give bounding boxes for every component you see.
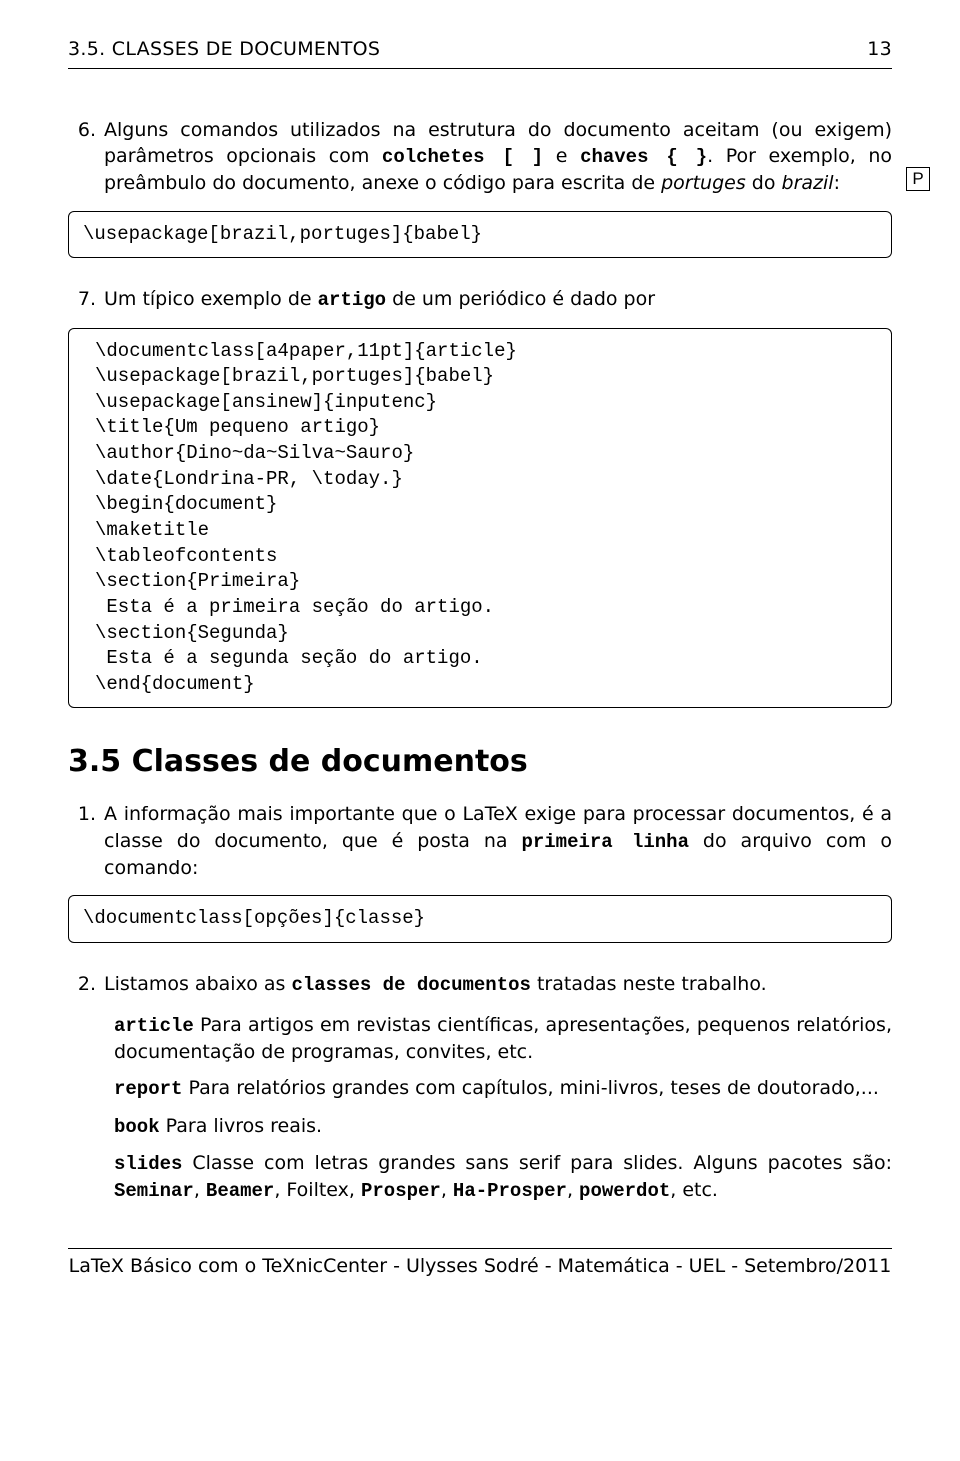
tt-chaves: chaves { }	[580, 146, 707, 168]
footer-rule: LaTeX Básico com o TeXnicCenter - Ulysse…	[68, 1248, 892, 1297]
term-book: book	[114, 1116, 160, 1138]
text: ,	[441, 1179, 453, 1201]
list-marker: 6.	[68, 117, 104, 197]
code-block-3: \documentclass[opções]{classe}	[68, 895, 892, 943]
code-block-1: \usepackage[brazil,portuges]{babel}	[68, 211, 892, 259]
it-portuges: portuges	[661, 172, 746, 194]
tt-haprosper: Ha-Prosper	[453, 1180, 567, 1202]
list-item-2: 2. Listamos abaixo as classes de documen…	[68, 971, 892, 998]
header-page-number: 13	[867, 38, 892, 60]
header-section: 3.5. CLASSES DE DOCUMENTOS	[68, 38, 380, 60]
footer-text: LaTeX Básico com o TeXnicCenter - Ulysse…	[68, 1255, 892, 1297]
list-body: Um típico exemplo de artigo de um periód…	[104, 286, 892, 313]
list-body: Listamos abaixo as classes de documentos…	[104, 971, 892, 998]
desc-body: Para artigos em revistas científicas, ap…	[114, 1014, 892, 1063]
list-item-6: 6. Alguns comandos utilizados na estrutu…	[68, 117, 892, 197]
tt-beamer: Beamer	[206, 1180, 274, 1202]
desc-body: Para livros reais.	[160, 1115, 322, 1137]
text: Classe com letras grandes sans serif par…	[182, 1152, 892, 1174]
term-report: report	[114, 1078, 182, 1100]
text: :	[834, 172, 840, 194]
text: ,	[567, 1179, 579, 1201]
text: , Foiltex,	[274, 1179, 361, 1201]
term-slides: slides	[114, 1153, 182, 1175]
page: 3.5. CLASSES DE DOCUMENTOS 13 P 6. Algun…	[0, 0, 960, 1461]
term-article: article	[114, 1015, 194, 1037]
text: de um periódico é dado por	[386, 288, 655, 310]
list-item-1: 1. A informação mais importante que o La…	[68, 801, 892, 881]
tt-prosper: Prosper	[361, 1180, 441, 1202]
tt-colchetes: colchetes [ ]	[382, 146, 543, 168]
list-marker: 1.	[68, 801, 104, 881]
list-body: A informação mais importante que o LaTeX…	[104, 801, 892, 881]
list-item-7: 7. Um típico exemplo de artigo de um per…	[68, 286, 892, 313]
tt-artigo: artigo	[318, 289, 386, 311]
text: ,	[194, 1179, 206, 1201]
text: do	[746, 172, 782, 194]
desc-slides: slides Classe com letras grandes sans se…	[114, 1150, 892, 1204]
description-list: article Para artigos em revistas científ…	[114, 1012, 892, 1204]
desc-article: article Para artigos em revistas científ…	[114, 1012, 892, 1065]
tt-powerdot: powerdot	[579, 1180, 670, 1202]
section-heading: 3.5 Classes de documentos	[68, 744, 892, 779]
text: Listamos abaixo as	[104, 973, 291, 995]
tt-seminar: Seminar	[114, 1180, 194, 1202]
text: e	[543, 145, 580, 167]
list-body: Alguns comandos utilizados na estrutura …	[104, 117, 892, 197]
code-block-2: \documentclass[a4paper,11pt]{article} \u…	[68, 328, 892, 709]
desc-report: report Para relatórios grandes com capít…	[114, 1075, 892, 1102]
list-marker: 7.	[68, 286, 104, 313]
desc-body: Para relatórios grandes com capítulos, m…	[182, 1077, 879, 1099]
tt-classes: classes de documentos	[291, 974, 530, 996]
margin-note-p: P	[906, 167, 930, 191]
it-brazil: brazil	[782, 172, 834, 194]
list-marker: 2.	[68, 971, 104, 998]
tt-primeira-linha: primeira linha	[521, 831, 689, 853]
running-head: 3.5. CLASSES DE DOCUMENTOS 13	[68, 38, 892, 69]
desc-book: book Para livros reais.	[114, 1113, 892, 1140]
text: tratadas neste trabalho.	[531, 973, 767, 995]
text: , etc.	[670, 1179, 718, 1201]
text: Um típico exemplo de	[104, 288, 318, 310]
